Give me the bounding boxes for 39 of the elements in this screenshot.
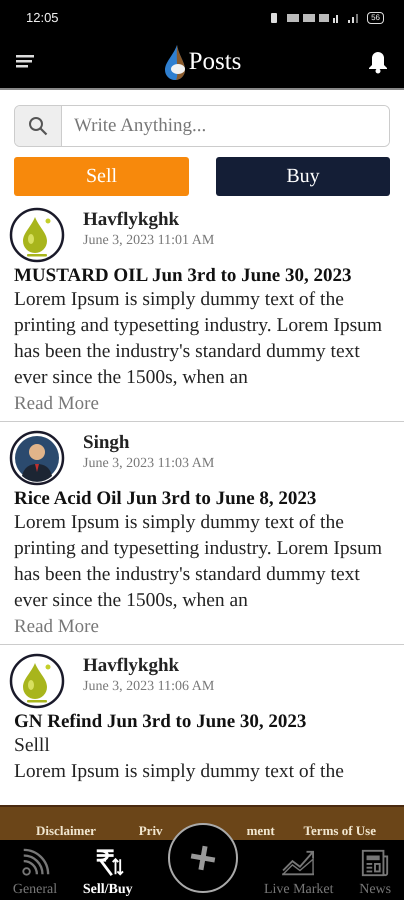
status-time: 12:05	[26, 10, 59, 25]
action-button[interactable]: Buy	[216, 157, 390, 196]
post-date: June 3, 2023 11:06 AM	[83, 679, 214, 695]
oil-drop-logo	[162, 44, 187, 80]
newspaper-icon	[360, 848, 390, 878]
oil-drop-avatar	[9, 653, 65, 709]
nav-tab[interactable]: News	[359, 848, 392, 900]
search-icon	[15, 106, 62, 146]
footer-link[interactable]: Priv	[138, 823, 163, 839]
notification-bell-icon[interactable]	[368, 50, 388, 74]
search-field[interactable]: Write Anything...	[14, 105, 390, 147]
vibrate-icon	[269, 12, 280, 24]
author-name: Singh	[83, 432, 130, 454]
nav-tab[interactable]: General	[12, 848, 58, 900]
menu-icon[interactable]	[16, 54, 36, 70]
post-date: June 3, 2023 11:01 AM	[83, 233, 214, 249]
post-text: Lorem Ipsum is simply dummy text of the printing and typesetting industry. Lorem Ipsum has been the industry's standard dummy text ever since the 1500s, when an	[14, 288, 384, 390]
author-name: Havflykghk	[83, 209, 180, 231]
post-text: Lorem Ipsum is simply dummy text of the	[14, 760, 345, 784]
person-avatar	[9, 430, 65, 486]
post-text: Lorem Ipsum is simply dummy text of the printing and typesetting industry. Lorem Ipsum has been the industry's standard dummy text ever since the 1500s, when an	[14, 511, 384, 613]
author-name: Havflykghk	[83, 655, 180, 677]
page-title: Posts	[188, 48, 242, 76]
signal-icon	[347, 12, 360, 24]
nav-tab[interactable]: Live Market	[264, 848, 334, 900]
post-date: June 3, 2023 11:03 AM	[83, 456, 214, 472]
post-title: Rice Acid Oil Jun 3rd to June 8, 2023	[14, 488, 318, 510]
post-title: GN Refind Jun 3rd to June 30, 2023	[14, 711, 308, 733]
battery-indicator: 56	[367, 12, 384, 24]
post-subtitle: Selll	[14, 734, 51, 758]
read-more-link[interactable]: Read More	[14, 391, 390, 417]
oil-drop-avatar	[9, 207, 65, 263]
footer-link[interactable]: Terms of Use	[304, 823, 376, 839]
post-title: MUSTARD OIL Jun 3rd to June 30, 2023	[14, 265, 352, 287]
footer-link[interactable]: ment	[246, 823, 275, 839]
footer-link[interactable]: Disclaimer	[36, 823, 96, 839]
read-more-link[interactable]: Read More	[14, 614, 390, 640]
signal-icon	[287, 12, 340, 24]
nav-tab[interactable]: Sell/Buy	[82, 848, 133, 900]
